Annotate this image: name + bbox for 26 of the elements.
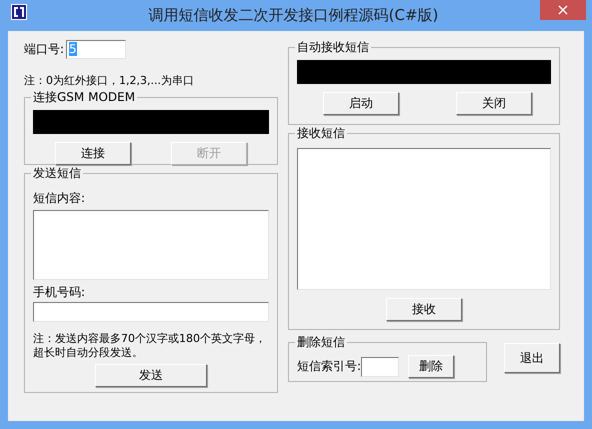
index-field[interactable] [361, 356, 400, 376]
message-field[interactable] [33, 210, 269, 280]
group-title: 接收短信 [296, 125, 346, 142]
window-title: 调用短信收发二次开发接口例程源码(C#版) [148, 5, 440, 25]
exit-button[interactable]: 退出 [504, 343, 560, 373]
send-button[interactable]: 发送 [95, 364, 207, 387]
connect-button[interactable]: 连接 [55, 142, 131, 165]
delete-button[interactable]: 删除 [408, 355, 454, 378]
phone-field[interactable] [33, 302, 269, 322]
stop-button[interactable]: 关闭 [456, 92, 532, 115]
content-label: 短信内容: [33, 190, 86, 206]
send-note: 注：发送内容最多70个汉字或180个英文字母，超长时自动分段发送。 [33, 332, 267, 360]
group-title: 发送短信 [32, 165, 82, 182]
received-messages-field[interactable] [297, 148, 551, 290]
port-value: 5 [69, 42, 77, 56]
group-title: 自动接收短信 [296, 39, 370, 56]
start-button[interactable]: 启动 [323, 92, 399, 115]
group-title: 删除短信 [296, 334, 346, 351]
phone-label: 手机号码: [33, 284, 86, 300]
app-icon [11, 4, 27, 20]
port-label: 端口号: [24, 40, 64, 58]
index-label: 短信索引号: [297, 358, 362, 375]
receive-button[interactable]: 接收 [386, 298, 462, 321]
port-note: 注：0为红外接口，1,2,3,...为串口 [24, 73, 195, 89]
close-button[interactable]: × [540, 0, 586, 20]
group-title: 连接GSM MODEM [32, 89, 136, 106]
